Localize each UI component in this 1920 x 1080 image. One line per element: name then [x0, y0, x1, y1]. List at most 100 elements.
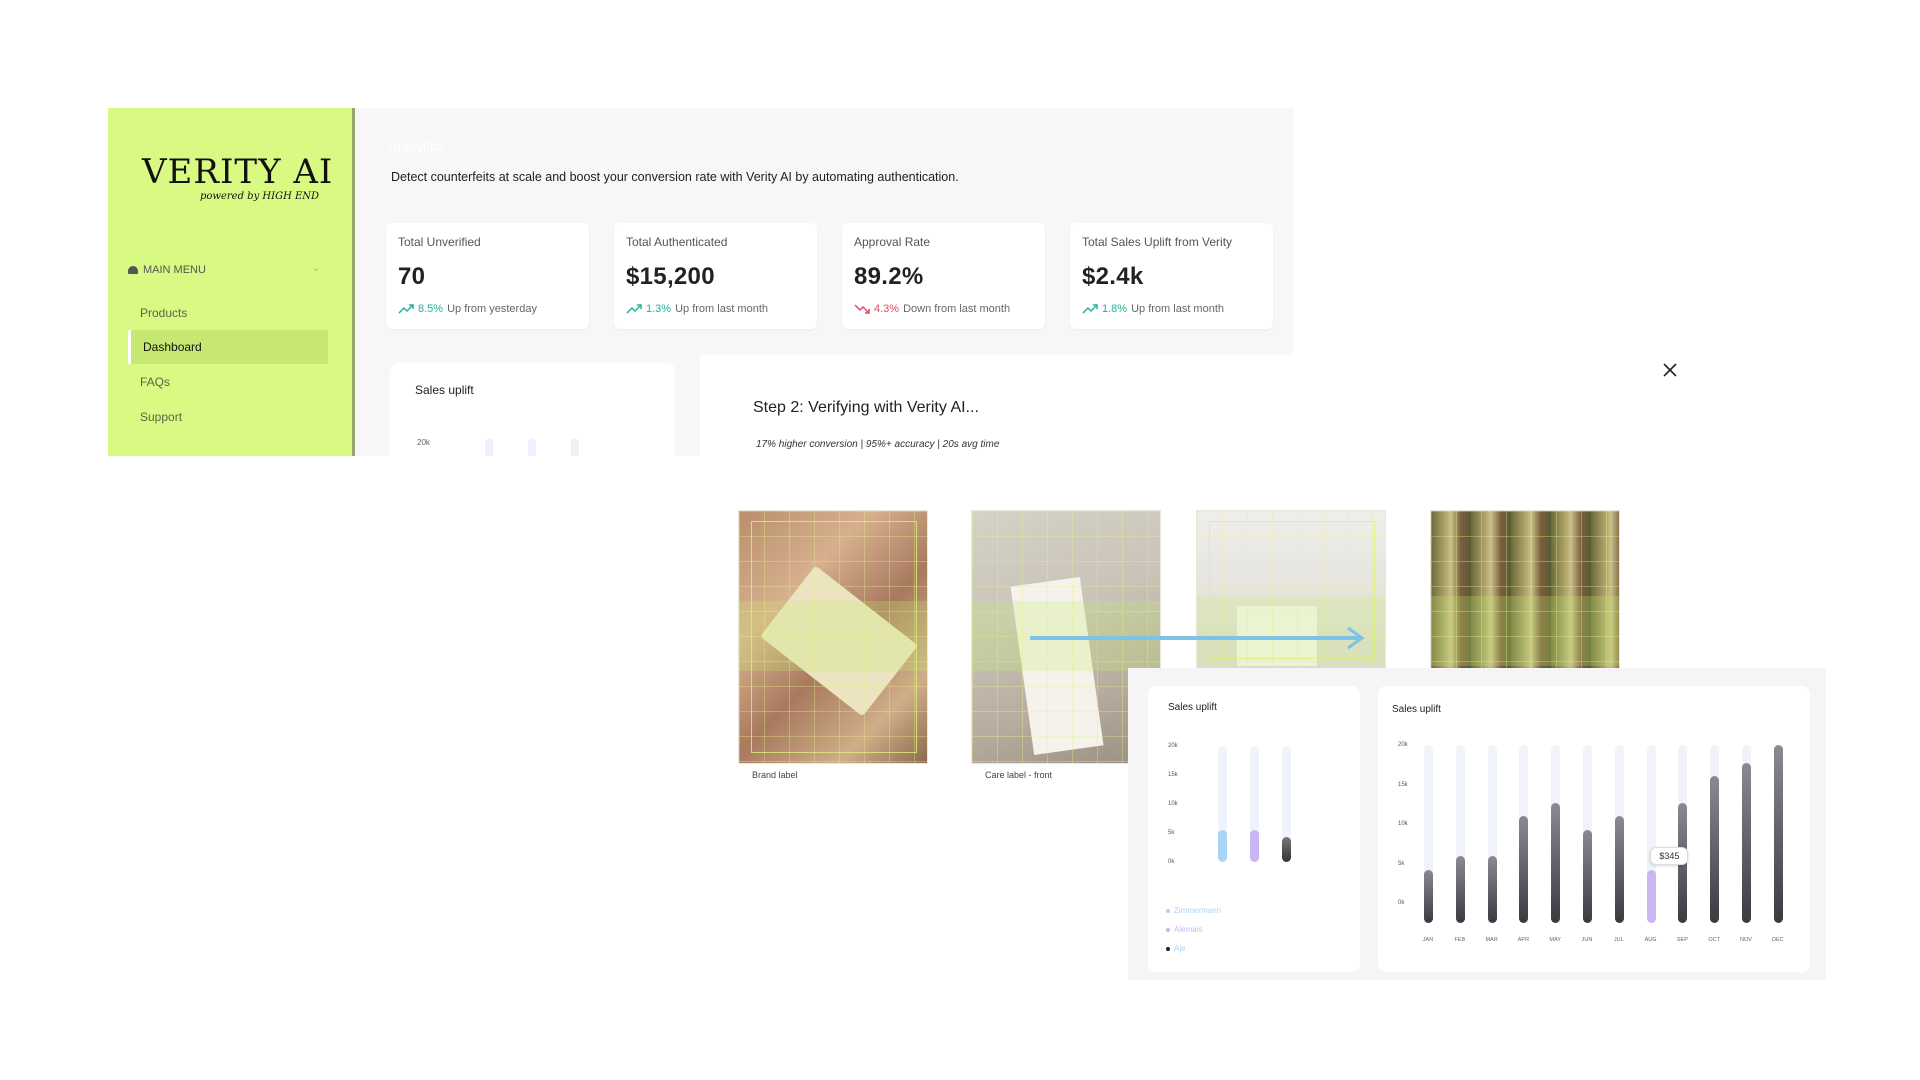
y-tick-label: 10k	[1168, 801, 1178, 807]
stat-percent: 1.3%	[646, 303, 672, 315]
chart-title: Sales uplift	[1168, 702, 1217, 713]
stat-value: 89.2%	[854, 263, 924, 290]
trend-up-icon	[1082, 304, 1098, 314]
menu-icon	[128, 266, 138, 274]
stat-trend-text: Up from yesterday	[447, 303, 537, 315]
stat-trend: 1.3% Up from last month	[626, 303, 768, 315]
page-subtitle: Detect counterfeits at scale and boost y…	[391, 170, 959, 184]
x-tick-label: APR	[1517, 937, 1530, 943]
background-sales-chart: Sales uplift 20k	[390, 363, 675, 456]
sidebar-item-faqs[interactable]: FAQs	[128, 365, 328, 399]
chevron-down-icon[interactable]: ⌄	[312, 263, 320, 274]
stat-percent: 4.3%	[874, 303, 900, 315]
bar-track	[528, 439, 536, 456]
trend-up-icon	[398, 304, 414, 314]
bar-jan	[1424, 869, 1433, 923]
stat-label: Total Authenticated	[626, 235, 728, 249]
stat-label: Total Unverified	[398, 235, 481, 249]
y-tick-label: 15k	[1398, 781, 1408, 788]
stat-card-authenticated[interactable]: Total Authenticated $15,200 1.3% Up from…	[614, 223, 817, 329]
y-tick-label: 5k	[1398, 860, 1405, 867]
bar-alemais	[1250, 830, 1259, 862]
stat-trend: 1.8% Up from last month	[1082, 303, 1224, 315]
legend-item: Aje	[1166, 944, 1186, 953]
x-tick-label: FEB	[1454, 937, 1466, 943]
stat-trend-text: Down from last month	[903, 303, 1011, 315]
bar-jun	[1583, 829, 1592, 923]
main-menu-label: MAIN MENU	[143, 264, 206, 276]
legend-item: Zimmermann	[1166, 906, 1221, 915]
stat-value: $15,200	[626, 263, 715, 290]
bar-jul	[1614, 816, 1624, 923]
scan-frame	[751, 521, 917, 753]
bar-mar	[1487, 856, 1497, 923]
sidebar-item-products[interactable]: Products	[128, 296, 328, 330]
trend-down-icon	[854, 304, 870, 314]
stat-trend: 8.5% Up from yesterday	[398, 303, 537, 315]
brand-sales-chart: Sales uplift 20k 15k 10k 5k 0k Zimmermann Ale…	[1148, 686, 1360, 972]
brand-label-photo[interactable]	[738, 510, 928, 764]
bar-aje	[1282, 837, 1291, 862]
stat-percent: 8.5%	[418, 303, 444, 315]
bar-apr	[1519, 816, 1529, 923]
bar-oct	[1710, 776, 1720, 923]
stat-card-sales-uplift[interactable]: Total Sales Uplift from Verity $2.4k 1.8…	[1070, 223, 1273, 329]
y-tick-label: 20k	[1398, 742, 1408, 748]
x-tick-label: NOV	[1740, 937, 1752, 943]
legend-label: Zimmermann	[1174, 906, 1222, 915]
y-tick-label: 0k	[1168, 859, 1175, 865]
arrow-right-icon	[1030, 626, 1365, 650]
x-tick-label: AUG	[1644, 937, 1657, 943]
x-tick-label: JUL	[1613, 937, 1624, 943]
fabric-print-photo[interactable]	[1430, 510, 1620, 670]
legend-dot	[1166, 908, 1170, 913]
bar-dec	[1773, 745, 1783, 923]
x-tick-label: MAY	[1549, 937, 1561, 943]
chart-title: Sales uplift	[415, 383, 474, 397]
step-subtitle: 17% higher conversion | 95%+ accuracy | …	[756, 439, 1000, 450]
verity-ai-logo[interactable]: VERITY AI	[142, 152, 333, 192]
sidebar: VERITY AI powered by HIGH END MAIN MENU …	[108, 108, 355, 456]
x-tick-label: SEP	[1676, 937, 1688, 943]
stat-percent: 1.8%	[1102, 303, 1128, 315]
stat-value: 70	[398, 263, 426, 290]
y-tick-label: 5k	[1168, 830, 1175, 836]
bar-may	[1551, 802, 1561, 923]
bar-feb	[1455, 856, 1465, 923]
y-tick-label: 0k	[1398, 900, 1405, 906]
photo-caption: Care label - front	[985, 770, 1053, 780]
bar-nov	[1742, 762, 1751, 923]
x-tick-label: OCT	[1708, 937, 1720, 943]
step-title: Step 2: Verifying with Verity AI...	[753, 399, 979, 416]
x-tick-label: JAN	[1422, 937, 1434, 943]
stat-card-unverified[interactable]: Total Unverified 70 8.5% Up from yesterd…	[386, 223, 589, 329]
trend-up-icon	[626, 304, 642, 314]
scan-band	[1431, 596, 1619, 666]
monthly-sales-chart: Sales uplift 20k 15k 10k 5k 0k JAN FEB MAR APR M…	[1378, 686, 1810, 972]
bar-track	[571, 439, 579, 456]
close-icon[interactable]	[1660, 360, 1680, 380]
photo-caption: Brand label	[752, 770, 798, 780]
stat-card-approval-rate[interactable]: Approval Rate 89.2% 4.3% Down from last …	[842, 223, 1045, 329]
legend-dot	[1166, 946, 1170, 951]
legend-dot	[1166, 927, 1170, 932]
chart-title: Sales uplift	[1392, 704, 1441, 715]
logo-subtitle: powered by HIGH END	[200, 191, 320, 202]
main-menu-heading[interactable]: MAIN MENU	[128, 264, 206, 276]
legend-label: Aje	[1174, 944, 1186, 953]
legend-item: Alemais	[1166, 925, 1202, 934]
page-title: Analytics	[388, 138, 445, 154]
y-tick: 20k	[417, 438, 430, 447]
x-tick-label: JUN	[1581, 937, 1593, 943]
sidebar-item-support[interactable]: Support	[128, 400, 328, 434]
x-tick-label: DEC	[1771, 937, 1784, 943]
stat-label: Total Sales Uplift from Verity	[1082, 235, 1233, 249]
x-tick-label: MAR	[1485, 937, 1498, 943]
sidebar-item-dashboard[interactable]: Dashboard	[128, 330, 328, 364]
bar-track	[485, 439, 493, 456]
stat-trend: 4.3% Down from last month	[854, 303, 1010, 315]
y-tick-label: 20k	[1168, 743, 1178, 749]
y-tick-label: 10k	[1398, 821, 1408, 827]
y-tick-label: 15k	[1168, 772, 1178, 778]
verification-modal: Step 2: Verifying with Verity AI... 17% …	[700, 355, 1710, 475]
